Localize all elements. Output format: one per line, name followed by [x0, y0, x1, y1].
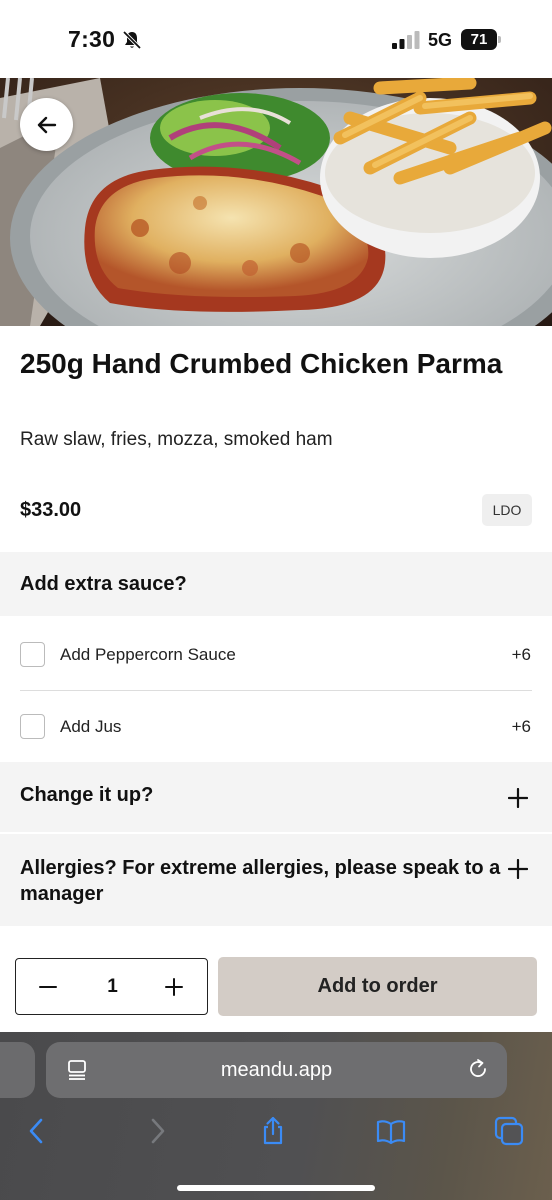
silent-bell-icon: [122, 30, 142, 50]
item-photo: [0, 78, 552, 326]
network-type: 5G: [428, 30, 453, 50]
battery-icon: 71: [461, 29, 501, 50]
section-extra-sauce: Add extra sauce?: [0, 552, 552, 616]
section-change-it-up[interactable]: Change it up?: [0, 762, 552, 832]
section-title: Allergies? For extreme allergies, please…: [20, 857, 501, 905]
plus-icon[interactable]: [164, 977, 184, 997]
bookmarks-icon[interactable]: [376, 1116, 406, 1146]
browser-toolbar: meandu.app: [0, 1032, 552, 1200]
share-icon[interactable]: [258, 1116, 288, 1146]
item-description: Raw slaw, fries, mozza, smoked ham: [20, 429, 333, 450]
forward-nav-icon[interactable]: [142, 1116, 172, 1146]
section-title: Change it up?: [20, 784, 154, 806]
arrow-left-icon: [37, 116, 56, 133]
quantity-stepper: 1: [15, 958, 208, 1015]
reload-icon[interactable]: [467, 1058, 489, 1080]
item-price: $33.00: [20, 499, 82, 521]
option-price: +6: [511, 717, 531, 736]
home-indicator: [177, 1185, 375, 1191]
option-price: +6: [511, 645, 531, 664]
section-title: Add extra sauce?: [20, 573, 187, 595]
item-title: 250g Hand Crumbed Chicken Parma: [20, 348, 503, 379]
item-tag-badge: LDO: [482, 494, 532, 526]
status-time: 7:30: [68, 26, 116, 52]
previous-tab-preview[interactable]: [0, 1042, 35, 1098]
option-checkbox[interactable]: [20, 714, 45, 739]
option-checkbox[interactable]: [20, 642, 45, 667]
add-to-order-button[interactable]: Add to order: [218, 957, 537, 1016]
battery-level: 71: [461, 29, 497, 50]
tabs-icon[interactable]: [494, 1116, 524, 1146]
option-jus[interactable]: Add Jus +6: [0, 690, 552, 762]
back-nav-icon[interactable]: [22, 1116, 52, 1146]
option-label: Add Jus: [60, 717, 122, 736]
cell-signal-icon: [392, 31, 420, 49]
section-allergies[interactable]: Allergies? For extreme allergies, please…: [0, 834, 552, 926]
plus-icon: [508, 788, 528, 808]
status-bar: 7:30 5G 71: [0, 0, 552, 78]
plus-icon: [508, 859, 528, 879]
url-text: meandu.app: [220, 1059, 333, 1081]
option-peppercorn-sauce[interactable]: Add Peppercorn Sauce +6: [0, 618, 552, 690]
back-button[interactable]: [20, 98, 73, 151]
option-label: Add Peppercorn Sauce: [60, 645, 236, 664]
address-bar[interactable]: meandu.app: [46, 1042, 507, 1098]
